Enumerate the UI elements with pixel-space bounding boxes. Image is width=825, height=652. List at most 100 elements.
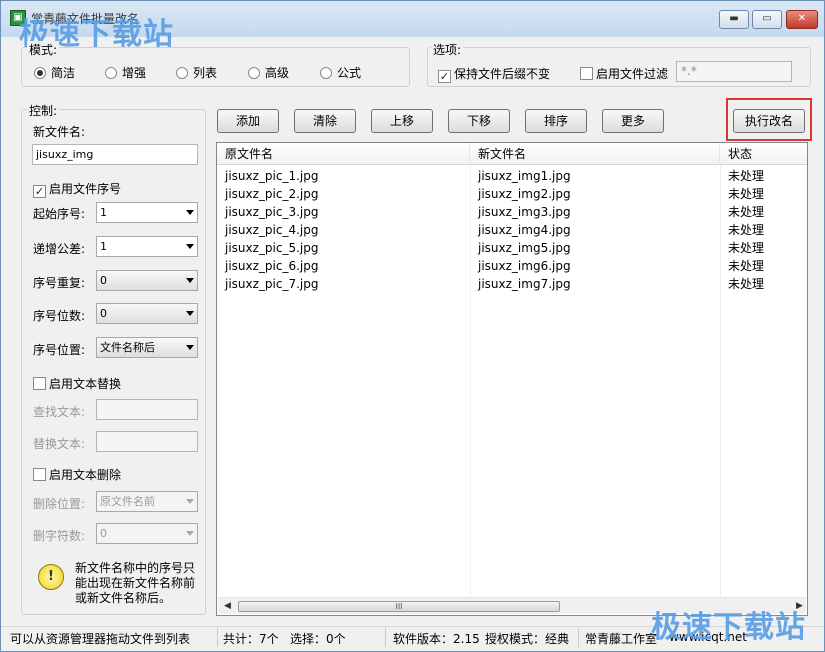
cell-new-name: jisuxz_img4.jpg (478, 223, 571, 237)
maximize-button[interactable]: ▭ (752, 10, 782, 29)
find-input[interactable] (96, 399, 198, 420)
options-legend: 选项: (431, 41, 464, 58)
scroll-thumb[interactable]: III (238, 601, 560, 612)
filter-input[interactable]: *.* (676, 61, 792, 82)
cell-status: 未处理 (728, 169, 765, 183)
radio-icon (105, 67, 117, 79)
keep-suffix-checkbox[interactable]: ✓ 保持文件后缀不变 (438, 65, 550, 83)
checkbox-icon (580, 67, 593, 80)
position-label: 序号位置: (33, 343, 86, 357)
radio-icon (248, 67, 260, 79)
position-select[interactable]: 文件名称后 (96, 337, 198, 358)
cell-original-name: jisuxz_pic_7.jpg (225, 277, 319, 291)
enable-seq-checkbox[interactable]: ✓ 启用文件序号 (33, 180, 121, 198)
sort-button[interactable]: 排序 (525, 109, 587, 133)
cell-status: 未处理 (728, 259, 765, 273)
table-row[interactable]: jisuxz_pic_3.jpg jisuxz_img3.jpg 未处理 (217, 203, 807, 221)
start-label: 起始序号: (33, 207, 86, 221)
execute-rename-button[interactable]: 执行改名 (733, 109, 805, 133)
digits-label: 序号位数: (33, 309, 86, 323)
checkbox-icon (33, 377, 46, 390)
find-label: 查找文本: (33, 405, 86, 419)
enable-replace-checkbox[interactable]: 启用文本替换 (33, 375, 121, 392)
close-button[interactable]: ✕ (786, 10, 818, 29)
minimize-button[interactable]: ▬ (719, 10, 749, 29)
mode-radio-list[interactable]: 列表 (176, 65, 217, 81)
cell-original-name: jisuxz_pic_1.jpg (225, 169, 319, 183)
cell-new-name: jisuxz_img2.jpg (478, 187, 571, 201)
checkbox-checked-icon: ✓ (33, 185, 46, 198)
delete-count-label: 删字符数: (33, 529, 86, 543)
status-separator (217, 628, 218, 647)
cell-original-name: jisuxz_pic_6.jpg (225, 259, 319, 273)
more-button[interactable]: 更多 (602, 109, 664, 133)
delete-count-select[interactable]: 0 (96, 523, 198, 544)
mode-radio-enhanced[interactable]: 增强 (105, 65, 146, 81)
move-down-button[interactable]: 下移 (448, 109, 510, 133)
new-name-input[interactable]: jisuxz_img (32, 144, 198, 165)
enable-filter-checkbox[interactable]: 启用文件过滤 (580, 65, 668, 82)
mode-radio-simple[interactable]: 简洁 (34, 65, 75, 81)
tip-text: 新文件名称中的序号只 能出现在新文件名称前 或新文件名称后。 (75, 561, 196, 605)
replace-input[interactable] (96, 431, 198, 452)
cell-status: 未处理 (728, 187, 765, 201)
step-select[interactable]: 1 (96, 236, 198, 257)
list-header: 原文件名 新文件名 状态 (217, 143, 807, 165)
delete-pos-select[interactable]: 原文件名前 (96, 491, 198, 512)
table-row[interactable]: jisuxz_pic_2.jpg jisuxz_img2.jpg 未处理 (217, 185, 807, 203)
cell-original-name: jisuxz_pic_3.jpg (225, 205, 319, 219)
move-up-button[interactable]: 上移 (371, 109, 433, 133)
mode-radio-advanced[interactable]: 高级 (248, 65, 289, 81)
table-row[interactable]: jisuxz_pic_4.jpg jisuxz_img4.jpg 未处理 (217, 221, 807, 239)
dropdown-arrow-icon (186, 244, 194, 249)
dropdown-arrow-icon (186, 499, 194, 504)
add-button[interactable]: 添加 (217, 109, 279, 133)
status-hint: 可以从资源管理器拖动文件到列表 (10, 632, 191, 646)
cell-new-name: jisuxz_img6.jpg (478, 259, 571, 273)
step-label: 递增公差: (33, 242, 86, 256)
radio-icon (320, 67, 332, 79)
dropdown-arrow-icon (186, 210, 194, 215)
table-row[interactable]: jisuxz_pic_7.jpg jisuxz_img7.jpg 未处理 (217, 275, 807, 293)
column-header-status[interactable]: 状态 (720, 143, 807, 165)
lightbulb-icon: ! (38, 564, 64, 590)
dropdown-arrow-icon (186, 531, 194, 536)
digits-select[interactable]: 0 (96, 303, 198, 324)
table-row[interactable]: jisuxz_pic_5.jpg jisuxz_img5.jpg 未处理 (217, 239, 807, 257)
status-total: 共计：7个 (223, 632, 279, 646)
dropdown-arrow-icon (186, 311, 194, 316)
repeat-select[interactable]: 0 (96, 270, 198, 291)
cell-status: 未处理 (728, 277, 765, 291)
dropdown-arrow-icon (186, 278, 194, 283)
dropdown-arrow-icon (186, 345, 194, 350)
scroll-left-icon[interactable]: ◀ (224, 601, 231, 611)
status-selected: 选择：0个 (290, 632, 346, 646)
app-window: ▣ 常青藤文件批量改名 ▬ ▭ ✕ 极速下载站 模式: 简洁 增强 列表 高级 … (0, 0, 825, 652)
control-legend: 控制: (27, 102, 60, 119)
cell-status: 未处理 (728, 241, 765, 255)
replace-label: 替换文本: (33, 437, 86, 451)
new-name-label: 新文件名: (33, 125, 86, 139)
column-header-new[interactable]: 新文件名 (470, 143, 720, 165)
radio-selected-icon (34, 67, 46, 79)
cell-status: 未处理 (728, 205, 765, 219)
start-select[interactable]: 1 (96, 202, 198, 223)
cell-original-name: jisuxz_pic_4.jpg (225, 223, 319, 237)
cell-new-name: jisuxz_img5.jpg (478, 241, 571, 255)
cell-original-name: jisuxz_pic_5.jpg (225, 241, 319, 255)
clear-button[interactable]: 清除 (294, 109, 356, 133)
enable-delete-checkbox[interactable]: 启用文本删除 (33, 466, 121, 483)
table-row[interactable]: jisuxz_pic_1.jpg jisuxz_img1.jpg 未处理 (217, 167, 807, 185)
cell-status: 未处理 (728, 223, 765, 237)
mode-radio-formula[interactable]: 公式 (320, 65, 361, 81)
column-header-original[interactable]: 原文件名 (217, 143, 470, 165)
cell-original-name: jisuxz_pic_2.jpg (225, 187, 319, 201)
table-row[interactable]: jisuxz_pic_6.jpg jisuxz_img6.jpg 未处理 (217, 257, 807, 275)
delete-pos-label: 删除位置: (33, 497, 86, 511)
status-version: 软件版本：2.15 (393, 632, 480, 646)
checkbox-checked-icon: ✓ (438, 70, 451, 83)
watermark-bottom: 极速下载站 (651, 610, 806, 645)
repeat-label: 序号重复: (33, 276, 86, 290)
file-list[interactable]: 原文件名 新文件名 状态 jisuxz_pic_1.jpg jisuxz_img1… (216, 142, 808, 616)
radio-icon (176, 67, 188, 79)
